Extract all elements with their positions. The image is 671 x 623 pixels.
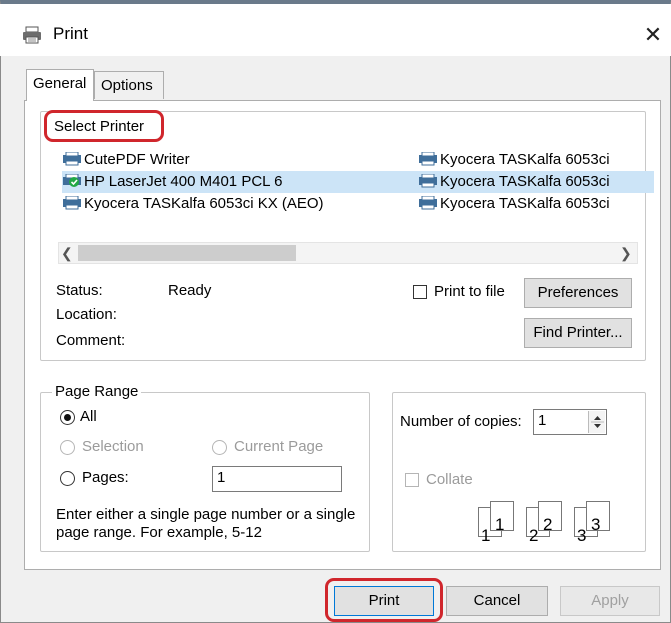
scroll-left-icon[interactable]: ❮ [61, 243, 77, 263]
collate-page-number: 3 [591, 515, 601, 534]
printer-item[interactable]: Kyocera TASKalfa 6053ci [418, 193, 610, 215]
tab-options[interactable]: Options [94, 71, 164, 99]
apply-button[interactable]: Apply [560, 586, 660, 616]
scrollbar-thumb[interactable] [78, 245, 296, 261]
find-printer-button[interactable]: Find Printer... [524, 318, 632, 348]
selection-radio[interactable] [60, 440, 75, 455]
status-value: Ready [168, 282, 212, 299]
page-range-title: Page Range [52, 383, 142, 400]
pages-radio[interactable] [60, 471, 75, 486]
selection-label: Selection [82, 438, 144, 455]
collate-checkbox[interactable] [405, 473, 419, 487]
highlight-print-button [325, 578, 443, 622]
current-page-label: Current Page [234, 438, 324, 455]
printer-item[interactable]: CutePDF Writer [62, 149, 392, 171]
all-radio[interactable] [60, 410, 75, 425]
page-range-hint: Enter either a single page number or a s… [56, 506, 356, 541]
pages-input[interactable]: 1 [212, 466, 342, 492]
printer-item[interactable]: Kyocera TASKalfa 6053ci [418, 149, 610, 171]
cancel-button[interactable]: Cancel [446, 586, 548, 616]
all-label: All [80, 408, 97, 425]
close-icon[interactable]: ✕ [636, 20, 670, 50]
printer-icon [62, 195, 82, 210]
copies-spinner[interactable] [588, 411, 605, 433]
status-label: Status: [56, 282, 103, 299]
current-page-radio[interactable] [212, 440, 227, 455]
printer-item[interactable]: Kyocera TASKalfa 6053ci KX (AEO) [62, 193, 392, 215]
collate-preview-icon: 1 1 2 2 3 3 [478, 501, 618, 545]
pages-label: Pages: [82, 469, 129, 486]
printer-icon [418, 195, 438, 210]
default-printer-icon [62, 173, 82, 187]
printer-name: HP LaserJet 400 M401 PCL 6 [84, 173, 283, 190]
collate-page-number: 2 [543, 515, 553, 534]
location-label: Location: [56, 306, 117, 323]
spinner-arrows-icon [591, 416, 604, 428]
printer-name: Kyocera TASKalfa 6053ci [440, 173, 610, 190]
print-to-file-checkbox[interactable] [413, 285, 427, 299]
printer-icon [62, 151, 82, 166]
collate-page-number: 1 [495, 515, 505, 534]
printer-name: Kyocera TASKalfa 6053ci [440, 195, 610, 212]
scroll-right-icon[interactable]: ❯ [620, 243, 636, 263]
copies-label: Number of copies: [400, 413, 522, 430]
preferences-button[interactable]: Preferences [524, 278, 632, 308]
collate-label: Collate [426, 471, 473, 488]
printer-item[interactable]: Kyocera TASKalfa 6053ci [418, 171, 610, 193]
highlight-select-printer [44, 110, 164, 142]
printer-icon [22, 26, 42, 44]
printer-name: CutePDF Writer [84, 151, 190, 168]
window-title: Print [53, 24, 88, 43]
print-to-file-label: Print to file [434, 283, 505, 300]
printer-icon [418, 173, 438, 188]
printer-icon [418, 151, 438, 166]
tab-general[interactable]: General [26, 69, 94, 101]
title-bar [0, 4, 671, 56]
comment-label: Comment: [56, 332, 126, 349]
printer-name: Kyocera TASKalfa 6053ci KX (AEO) [84, 195, 324, 212]
printer-name: Kyocera TASKalfa 6053ci [440, 151, 610, 168]
